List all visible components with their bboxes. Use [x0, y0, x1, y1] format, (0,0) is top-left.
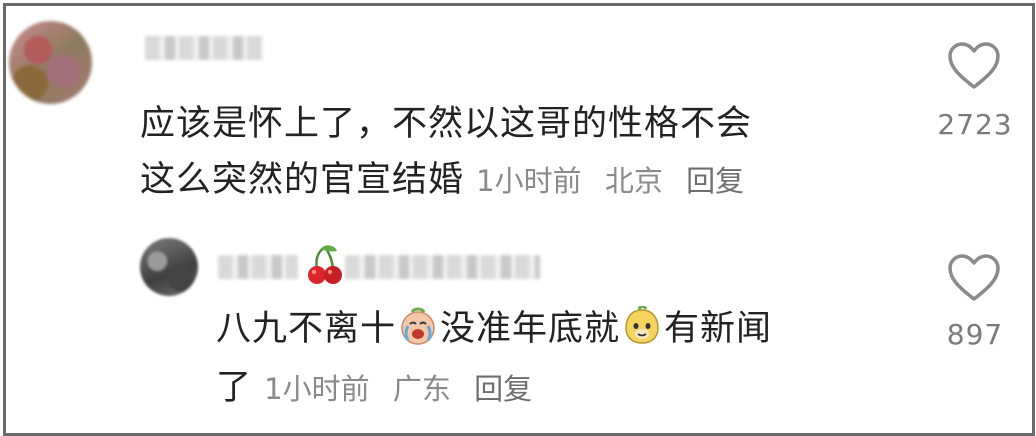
like-count: 897 — [946, 318, 1004, 351]
avatar[interactable] — [9, 21, 92, 104]
reply-text-line-2: 了 1小时前 广东 回复 — [216, 364, 546, 413]
comment-meta: 1小时前 广东 回复 — [264, 372, 546, 406]
reply-text-line-1: 八九不离十 没准年底就 有新闻 — [216, 305, 772, 353]
username-blurred[interactable] — [145, 36, 263, 60]
reply-text: 八九不离十 — [216, 309, 397, 349]
comment-meta: 1小时前 北京 回复 — [476, 164, 758, 198]
comment-location: 北京 — [604, 164, 663, 198]
avatar[interactable] — [140, 238, 198, 296]
crying-emoji-icon — [401, 307, 435, 345]
heart-outline-icon[interactable] — [947, 42, 1001, 90]
reply-button[interactable]: 回复 — [474, 372, 532, 406]
cherry-icon — [308, 245, 342, 284]
comment-text-line-2: 这么突然的官宣结婚 1小时前 北京 回复 — [140, 156, 758, 205]
reply-text: 了 — [216, 368, 253, 408]
heart-outline-icon[interactable] — [947, 254, 1001, 302]
comment-time: 1小时前 — [264, 372, 370, 406]
comment-time: 1小时前 — [476, 164, 582, 198]
reply-text: 有新闻 — [664, 309, 773, 349]
reply-text: 没准年底就 — [440, 309, 621, 349]
username-blurred[interactable] — [345, 255, 540, 279]
reply-button[interactable]: 回复 — [686, 164, 744, 198]
comment-text-line-1: 应该是怀上了，不然以这哥的性格不会 — [140, 104, 753, 144]
username-blurred[interactable] — [218, 255, 298, 279]
comment-text: 这么突然的官宣结婚 — [140, 160, 465, 200]
comment-location: 广东 — [392, 372, 451, 406]
smug-emoji-icon — [625, 306, 659, 344]
like-count: 2723 — [937, 108, 1013, 141]
